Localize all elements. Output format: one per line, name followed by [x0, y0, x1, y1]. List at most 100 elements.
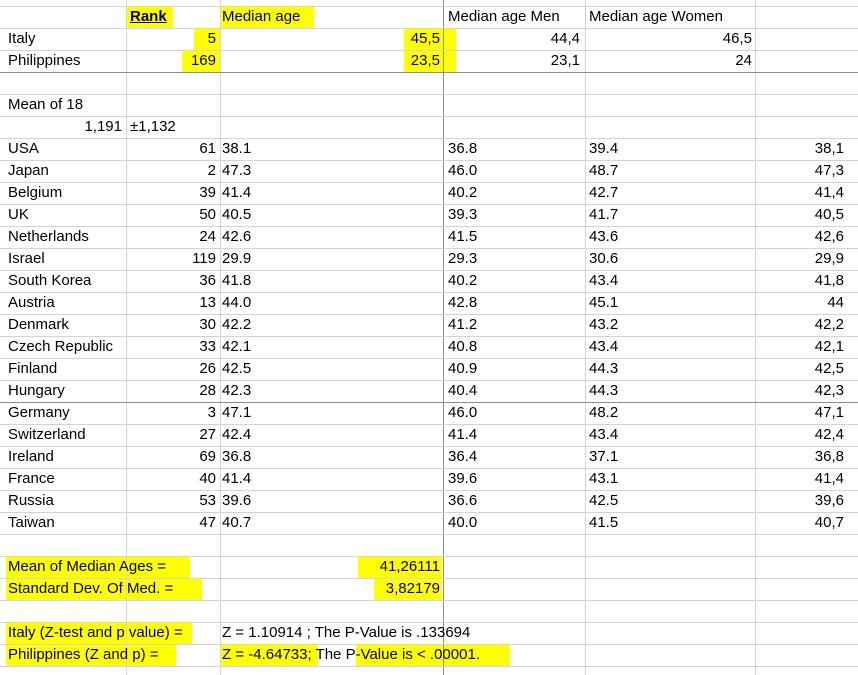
row-rank[interactable]: 3: [126, 402, 216, 424]
row-rank[interactable]: 40: [126, 468, 216, 490]
row-median[interactable]: 40.5: [222, 204, 251, 226]
row-median[interactable]: 40.7: [222, 512, 251, 534]
row-median[interactable]: 42.1: [222, 336, 251, 358]
row-median[interactable]: 39.6: [222, 490, 251, 512]
row-men[interactable]: 40.2: [448, 270, 477, 292]
mean-rank-sd[interactable]: ±1,132: [130, 116, 176, 138]
philippines-rank[interactable]: 169: [126, 50, 216, 72]
row-rank[interactable]: 69: [126, 446, 216, 468]
italy-median[interactable]: 45,5: [222, 28, 440, 50]
row-value[interactable]: 41,4: [756, 182, 844, 204]
row-value[interactable]: 42,3: [756, 380, 844, 402]
row-country[interactable]: Germany: [8, 402, 70, 424]
row-median[interactable]: 47.3: [222, 160, 251, 182]
row-women[interactable]: 45.1: [589, 292, 618, 314]
row-value[interactable]: 42,5: [756, 358, 844, 380]
row-men[interactable]: 40.4: [448, 380, 477, 402]
row-value[interactable]: 47,3: [756, 160, 844, 182]
row-country[interactable]: Taiwan: [8, 512, 55, 534]
row-value[interactable]: 40,7: [756, 512, 844, 534]
italy-women[interactable]: 46,5: [586, 28, 752, 50]
row-men[interactable]: 36.4: [448, 446, 477, 468]
row-men[interactable]: 46.0: [448, 402, 477, 424]
row-women[interactable]: 48.7: [589, 160, 618, 182]
row-country[interactable]: Finland: [8, 358, 57, 380]
row-rank[interactable]: 2: [126, 160, 216, 182]
row-value[interactable]: 38,1: [756, 138, 844, 160]
philippines-test-label[interactable]: Philippines (Z and p) =: [8, 644, 159, 666]
row-men[interactable]: 36.8: [448, 138, 477, 160]
row-women[interactable]: 44.3: [589, 380, 618, 402]
philippines-median[interactable]: 23,5: [222, 50, 440, 72]
row-value[interactable]: 39,6: [756, 490, 844, 512]
sd-median-label[interactable]: Standard Dev. Of Med. =: [8, 578, 173, 600]
row-country[interactable]: Czech Republic: [8, 336, 113, 358]
row-country[interactable]: Denmark: [8, 314, 69, 336]
row-women[interactable]: 43.4: [589, 270, 618, 292]
row-country[interactable]: Belgium: [8, 182, 62, 204]
mean-median-label[interactable]: Mean of Median Ages =: [8, 556, 166, 578]
row-women[interactable]: 48.2: [589, 402, 618, 424]
row-rank[interactable]: 28: [126, 380, 216, 402]
row-median[interactable]: 42.3: [222, 380, 251, 402]
row-median[interactable]: 36.8: [222, 446, 251, 468]
row-value[interactable]: 42,1: [756, 336, 844, 358]
row-men[interactable]: 39.3: [448, 204, 477, 226]
row-median[interactable]: 38.1: [222, 138, 251, 160]
row-men[interactable]: 46.0: [448, 160, 477, 182]
row-value[interactable]: 36,8: [756, 446, 844, 468]
row-country[interactable]: Austria: [8, 292, 55, 314]
philippines-country[interactable]: Philippines: [8, 50, 81, 72]
row-women[interactable]: 43.6: [589, 226, 618, 248]
row-women[interactable]: 41.5: [589, 512, 618, 534]
mean-median-value[interactable]: 41,26111: [222, 556, 440, 578]
italy-test-label[interactable]: Italy (Z-test and p value) =: [8, 622, 183, 644]
row-men[interactable]: 40.2: [448, 182, 477, 204]
italy-rank[interactable]: 5: [126, 28, 216, 50]
row-rank[interactable]: 36: [126, 270, 216, 292]
row-women[interactable]: 42.7: [589, 182, 618, 204]
row-median[interactable]: 41.4: [222, 182, 251, 204]
row-rank[interactable]: 30: [126, 314, 216, 336]
row-rank[interactable]: 61: [126, 138, 216, 160]
row-rank[interactable]: 13: [126, 292, 216, 314]
row-country[interactable]: Netherlands: [8, 226, 89, 248]
row-median[interactable]: 42.4: [222, 424, 251, 446]
row-men[interactable]: 36.6: [448, 490, 477, 512]
row-median[interactable]: 42.5: [222, 358, 251, 380]
row-country[interactable]: USA: [8, 138, 39, 160]
row-men[interactable]: 41.4: [448, 424, 477, 446]
row-women[interactable]: 42.5: [589, 490, 618, 512]
row-value[interactable]: 42,2: [756, 314, 844, 336]
row-rank[interactable]: 27: [126, 424, 216, 446]
row-men[interactable]: 39.6: [448, 468, 477, 490]
row-median[interactable]: 44.0: [222, 292, 251, 314]
row-men[interactable]: 40.8: [448, 336, 477, 358]
row-country[interactable]: South Korea: [8, 270, 91, 292]
italy-men[interactable]: 44,4: [446, 28, 580, 50]
row-rank[interactable]: 33: [126, 336, 216, 358]
row-country[interactable]: Switzerland: [8, 424, 86, 446]
row-country[interactable]: UK: [8, 204, 29, 226]
row-women[interactable]: 43.2: [589, 314, 618, 336]
row-country[interactable]: Israel: [8, 248, 45, 270]
row-country[interactable]: Russia: [8, 490, 54, 512]
row-men[interactable]: 40.9: [448, 358, 477, 380]
row-rank[interactable]: 26: [126, 358, 216, 380]
row-country[interactable]: Hungary: [8, 380, 65, 402]
row-women[interactable]: 41.7: [589, 204, 618, 226]
row-men[interactable]: 40.0: [448, 512, 477, 534]
row-value[interactable]: 42,6: [756, 226, 844, 248]
italy-test-result[interactable]: Z = 1.10914 ; The P-Value is .133694: [222, 622, 470, 644]
row-women[interactable]: 43.1: [589, 468, 618, 490]
row-women[interactable]: 43.4: [589, 424, 618, 446]
row-men[interactable]: 29.3: [448, 248, 477, 270]
row-men[interactable]: 41.2: [448, 314, 477, 336]
mean-of-18-label[interactable]: Mean of 18: [8, 94, 83, 116]
row-value[interactable]: 40,5: [756, 204, 844, 226]
row-median[interactable]: 47.1: [222, 402, 251, 424]
philippines-test-result[interactable]: Z = -4.64733; The P-Value is < .00001.: [222, 644, 480, 666]
sd-median-value[interactable]: 3,82179: [222, 578, 440, 600]
row-median[interactable]: 42.6: [222, 226, 251, 248]
row-value[interactable]: 41,4: [756, 468, 844, 490]
